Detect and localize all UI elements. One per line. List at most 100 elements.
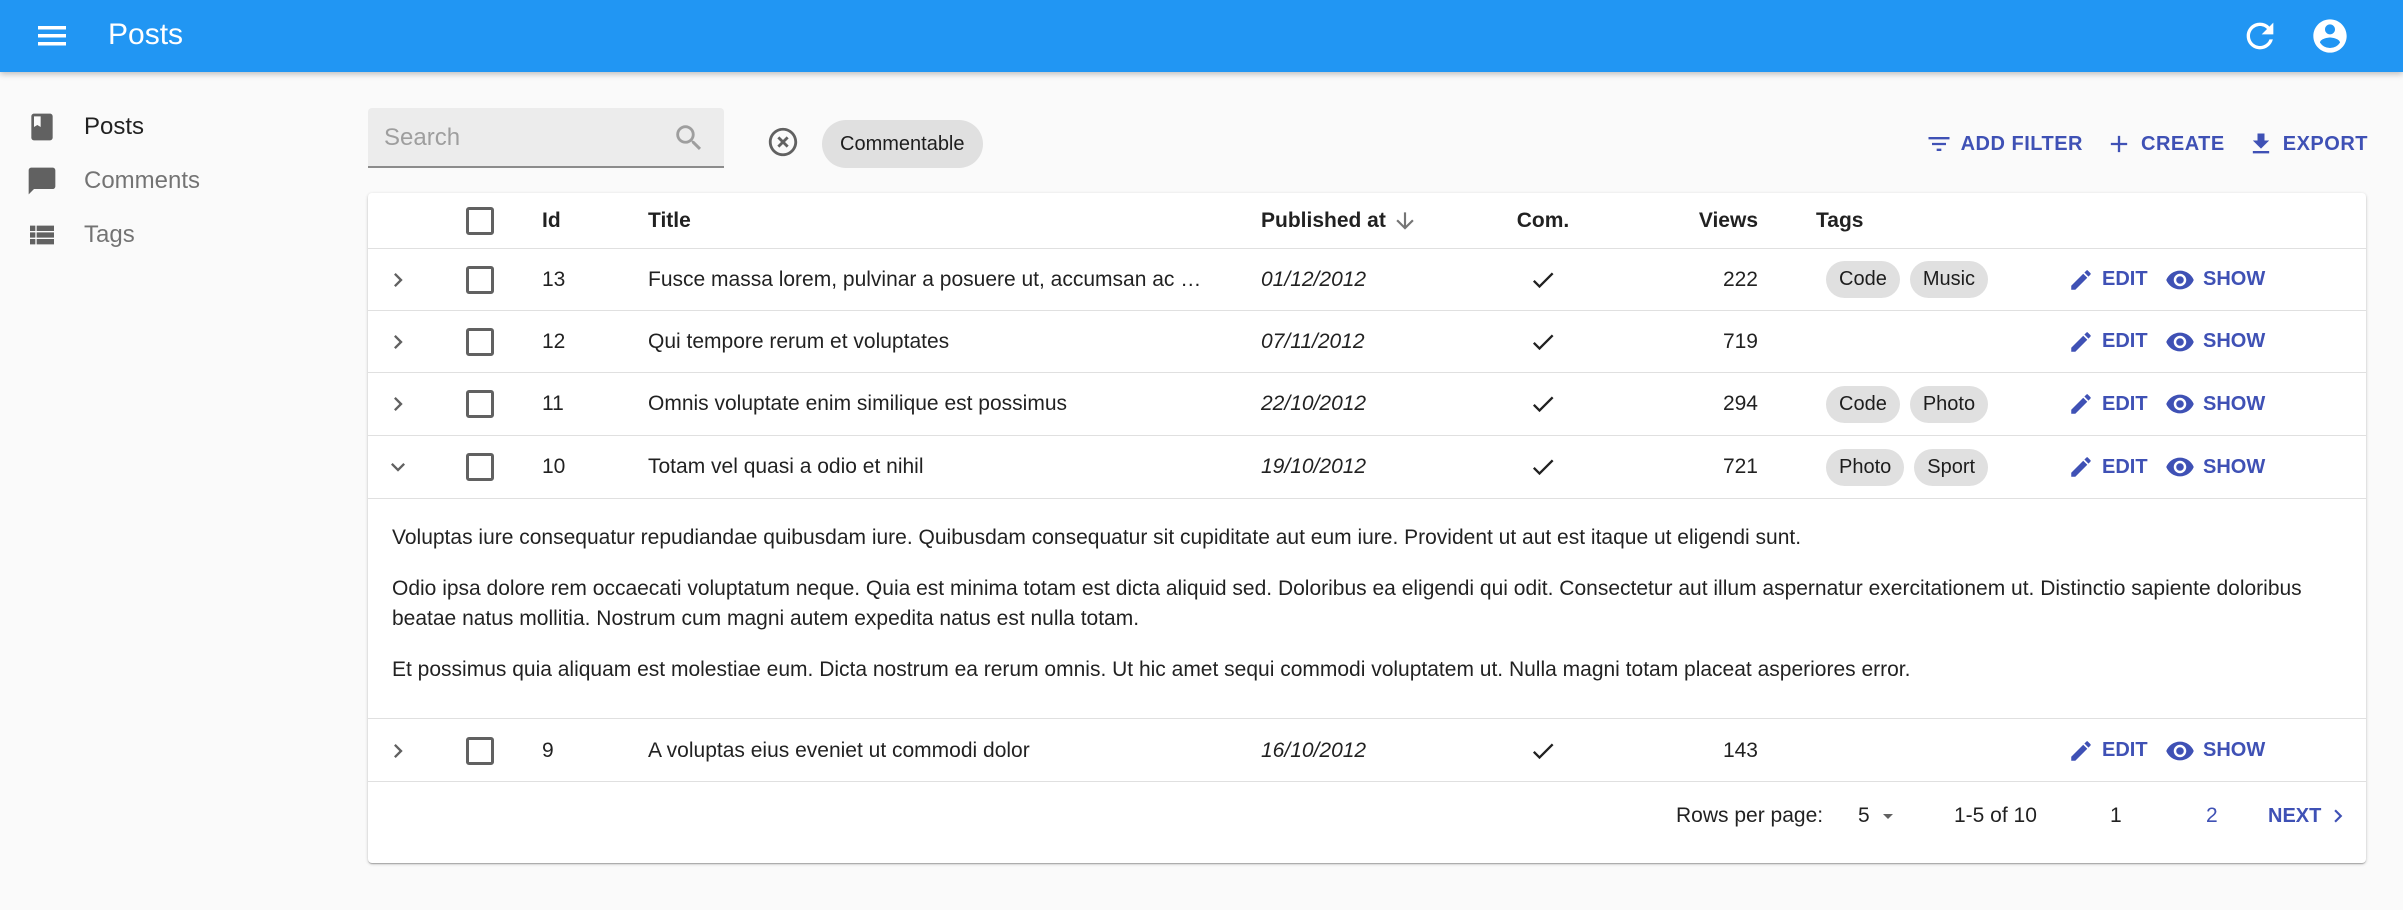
tag-chip[interactable]: Photo [1826, 448, 1905, 486]
table-row[interactable]: 12 Qui tempore rerum et voluptates 07/11… [368, 311, 2366, 373]
edit-button[interactable]: EDIT [2068, 311, 2148, 372]
check-icon [1518, 249, 1568, 310]
toolbar-actions: ADD FILTER CREATE EXPORT [1903, 124, 2368, 164]
row-published-at: 01/12/2012 [1261, 267, 1367, 291]
pagination: Rows per page: 5 1-5 of 10 1 2 NEXT [368, 783, 2366, 849]
edit-button[interactable]: EDIT [2068, 373, 2148, 435]
refresh-icon[interactable] [2240, 16, 2280, 56]
table-header: Id Title Published at Com. Views Tags [368, 193, 2366, 249]
table-row[interactable]: 10 Totam vel quasi a odio et nihil 19/10… [368, 436, 2366, 499]
row-id: 12 [542, 329, 566, 353]
row-checkbox[interactable] [466, 453, 494, 481]
app-bar: Posts [0, 0, 2403, 72]
eye-icon [2166, 332, 2194, 351]
sidebar: Posts Comments Tags [0, 100, 340, 262]
row-tags: Photo Sport [1816, 436, 1989, 498]
tag-chip[interactable]: Code [1826, 261, 1900, 298]
pencil-icon [2071, 394, 2091, 414]
show-label: SHOW [2203, 268, 2266, 290]
row-title: Omnis voluptate enim similique est possi… [648, 392, 1067, 415]
chevron-right-icon [2334, 809, 2343, 823]
table-row[interactable]: 13 Fusce massa lorem, pulvinar a posuere… [368, 249, 2366, 311]
column-header-com[interactable]: Com. [1517, 193, 1570, 248]
show-button[interactable]: SHOW [2165, 436, 2265, 498]
edit-label: EDIT [2102, 268, 2148, 290]
expand-icon[interactable] [378, 311, 418, 372]
column-header-id[interactable]: Id [542, 193, 561, 248]
filter-icon [1928, 137, 1950, 151]
row-views: 222 [1722, 267, 1758, 291]
show-button[interactable]: SHOW [2165, 311, 2265, 372]
row-tags: Code Photo [1816, 373, 1989, 435]
rows-per-page-select[interactable]: 5 [1858, 783, 1900, 849]
row-checkbox[interactable] [466, 736, 494, 765]
row-views: 294 [1722, 392, 1758, 415]
remove-filter-icon[interactable] [766, 125, 800, 159]
export-button[interactable]: EXPORT [2247, 130, 2368, 158]
edit-label: EDIT [2102, 739, 2148, 761]
search-input[interactable] [384, 122, 674, 154]
row-published-at: 22/10/2012 [1261, 392, 1367, 415]
eye-icon [2166, 270, 2194, 289]
rows-per-page-label: Rows per page: [1676, 804, 1824, 827]
collapse-icon[interactable] [378, 436, 418, 498]
check-icon [1518, 720, 1568, 781]
page-1-button[interactable]: 1 [2110, 783, 2122, 849]
row-checkbox[interactable] [466, 265, 494, 294]
tag-chip[interactable]: Music [1909, 261, 1989, 298]
column-header-published-at-label: Published at [1261, 208, 1386, 232]
eye-icon [2166, 457, 2194, 477]
tag-chip[interactable]: Photo [1909, 385, 1989, 423]
sidebar-item-comments[interactable]: Comments [0, 154, 340, 208]
column-header-published-at[interactable]: Published at [1261, 193, 1418, 248]
row-title: Fusce massa lorem, pulvinar a posuere ut… [648, 268, 1202, 291]
row-checkbox[interactable] [466, 327, 494, 356]
list-toolbar: Commentable ADD FILTER CREATE EXPORT [368, 108, 2368, 188]
row-id: 9 [542, 738, 554, 762]
search-box [368, 108, 724, 168]
next-page-button[interactable]: NEXT [2268, 783, 2351, 849]
column-header-title[interactable]: Title [648, 193, 1218, 248]
create-button[interactable]: CREATE [2105, 130, 2225, 158]
edit-button[interactable]: EDIT [2068, 249, 2148, 310]
page-2-button[interactable]: 2 [2206, 783, 2218, 849]
table-row[interactable]: 11 Omnis voluptate enim similique est po… [368, 373, 2366, 436]
row-id: 11 [542, 392, 564, 415]
menu-icon[interactable] [34, 20, 74, 52]
account-icon[interactable] [2310, 16, 2350, 56]
add-filter-button[interactable]: ADD FILTER [1925, 130, 2083, 158]
sidebar-item-tags[interactable]: Tags [0, 208, 340, 262]
tag-chip[interactable]: Code [1826, 385, 1900, 423]
row-id: 13 [542, 267, 566, 291]
show-button[interactable]: SHOW [2165, 249, 2265, 310]
show-button[interactable]: SHOW [2165, 720, 2265, 781]
row-tags: Code Music [1816, 249, 1989, 310]
sidebar-item-label: Comments [84, 167, 201, 194]
row-title: A voluptas eius eveniet ut commodi dolor [648, 739, 1030, 762]
show-label: SHOW [2203, 392, 2266, 415]
row-checkbox[interactable] [466, 390, 494, 418]
eye-icon [2166, 394, 2194, 414]
table-row[interactable]: 9 A voluptas eius eveniet ut commodi dol… [368, 720, 2366, 782]
download-icon [2252, 133, 2269, 154]
show-button[interactable]: SHOW [2165, 373, 2265, 435]
expand-icon[interactable] [378, 373, 418, 435]
comment-icon [26, 165, 58, 197]
sidebar-item-posts[interactable]: Posts [0, 100, 340, 154]
check-icon [1518, 436, 1568, 498]
plus-icon [2110, 135, 2128, 153]
expand-icon[interactable] [378, 720, 418, 781]
show-label: SHOW [2203, 455, 2266, 478]
book-icon [26, 111, 58, 143]
commentable-filter-chip[interactable]: Commentable [822, 120, 983, 168]
expand-icon[interactable] [378, 249, 418, 310]
sidebar-item-label: Tags [84, 221, 135, 248]
edit-button[interactable]: EDIT [2068, 720, 2148, 781]
edit-button[interactable]: EDIT [2068, 436, 2148, 498]
row-title: Totam vel quasi a odio et nihil [648, 455, 924, 478]
body-paragraph: Voluptas iure consequatur repudiandae qu… [392, 526, 1802, 549]
select-all-checkbox[interactable] [466, 206, 494, 235]
pencil-icon [2071, 331, 2091, 352]
tag-chip[interactable]: Sport [1914, 448, 1989, 486]
column-header-views[interactable]: Views [1648, 193, 1758, 248]
